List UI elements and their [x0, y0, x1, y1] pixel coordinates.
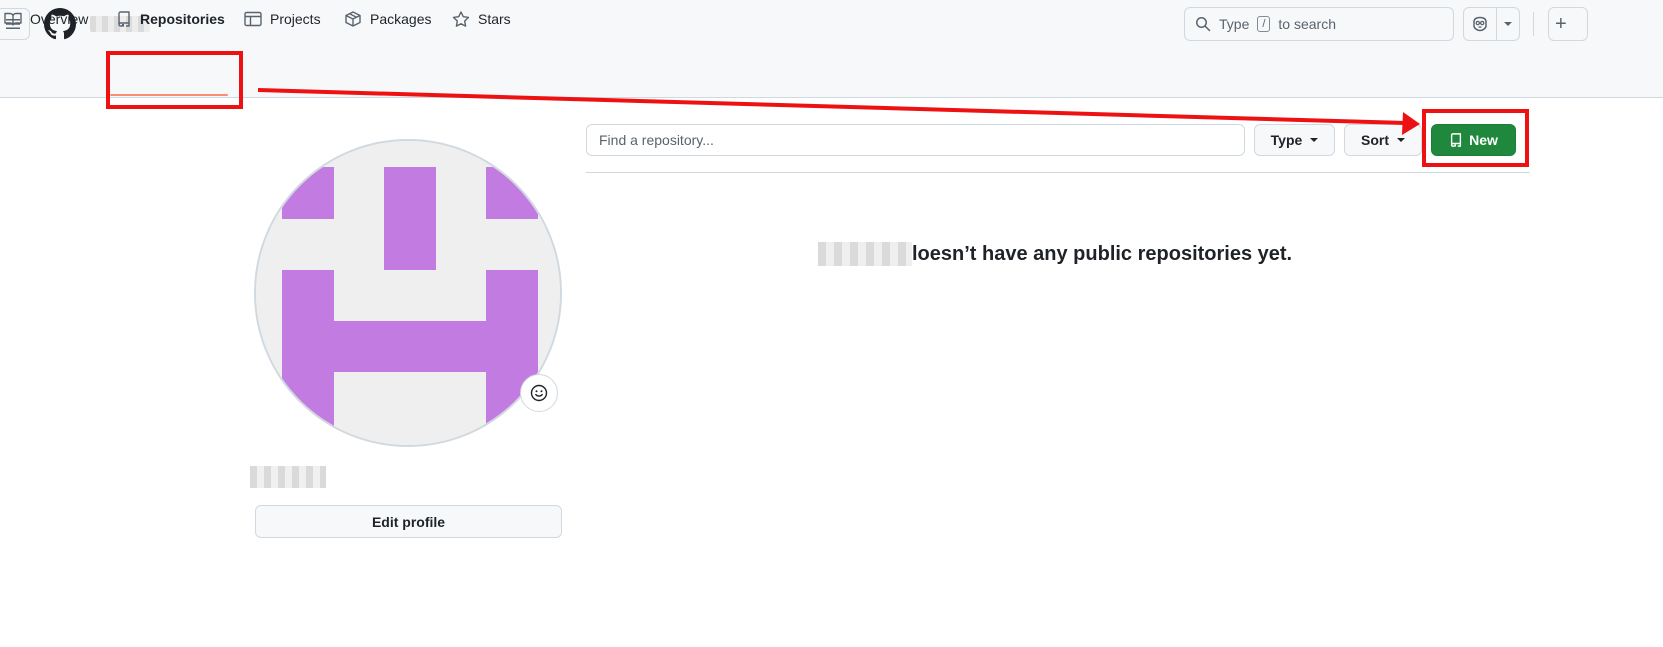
- package-icon: [345, 11, 361, 27]
- tab-repositories[interactable]: Repositories: [116, 0, 225, 38]
- tab-packages[interactable]: Packages: [344, 0, 431, 38]
- search-icon: [1196, 17, 1211, 32]
- repo-icon: [118, 11, 130, 27]
- divider: [586, 172, 1530, 173]
- find-repository-input[interactable]: [586, 124, 1245, 156]
- search-suffix: to search: [1278, 16, 1337, 32]
- copilot-control: [1463, 7, 1520, 41]
- new-repository-button[interactable]: New: [1431, 124, 1516, 156]
- search-prefix: Type: [1219, 16, 1250, 32]
- new-button-label: New: [1469, 132, 1498, 148]
- repo-icon: [1451, 133, 1462, 147]
- copilot-icon: [1473, 16, 1487, 32]
- create-new-button[interactable]: +: [1548, 7, 1588, 41]
- avatar[interactable]: [254, 139, 562, 447]
- chevron-down-icon: [1504, 22, 1512, 26]
- profile-name-redacted: [250, 466, 326, 488]
- tab-label: Repositories: [140, 11, 225, 27]
- type-filter-label: Type: [1270, 132, 1303, 148]
- tab-projects[interactable]: Projects: [244, 0, 321, 38]
- table-icon: [244, 11, 262, 27]
- sort-label: Sort: [1361, 132, 1389, 148]
- blankslate-message: loesn’t have any public repositories yet…: [818, 242, 1292, 266]
- book-icon: [4, 12, 22, 26]
- copilot-button[interactable]: [1464, 8, 1496, 40]
- tab-label: Projects: [270, 11, 321, 27]
- chevron-down-icon: [1310, 138, 1319, 142]
- active-tab-indicator: [110, 94, 228, 96]
- chevron-down-icon: [1397, 138, 1405, 142]
- copilot-dropdown[interactable]: [1497, 22, 1519, 26]
- star-icon: [452, 11, 470, 27]
- plus-icon: +: [1555, 12, 1567, 35]
- username-redacted: [818, 242, 912, 266]
- header-divider: [1533, 12, 1534, 36]
- type-filter-button[interactable]: Type: [1254, 124, 1335, 156]
- top-bar: Type / to search + Overview Repositories…: [0, 0, 1663, 98]
- tab-label: Overview: [30, 11, 89, 27]
- blankslate-text: loesn’t have any public repositories yet…: [912, 242, 1293, 265]
- tab-stars[interactable]: Stars: [452, 0, 511, 38]
- sort-button[interactable]: Sort: [1344, 124, 1422, 156]
- global-search[interactable]: Type / to search: [1184, 7, 1454, 41]
- identicon-image: [256, 141, 560, 445]
- tab-label: Stars: [478, 11, 511, 27]
- tab-overview[interactable]: Overview: [4, 0, 88, 38]
- edit-profile-button[interactable]: Edit profile: [255, 505, 562, 538]
- smiley-icon: [530, 384, 548, 402]
- set-status-button[interactable]: [520, 374, 558, 412]
- tab-label: Packages: [370, 11, 432, 27]
- search-shortcut-key: /: [1257, 16, 1271, 32]
